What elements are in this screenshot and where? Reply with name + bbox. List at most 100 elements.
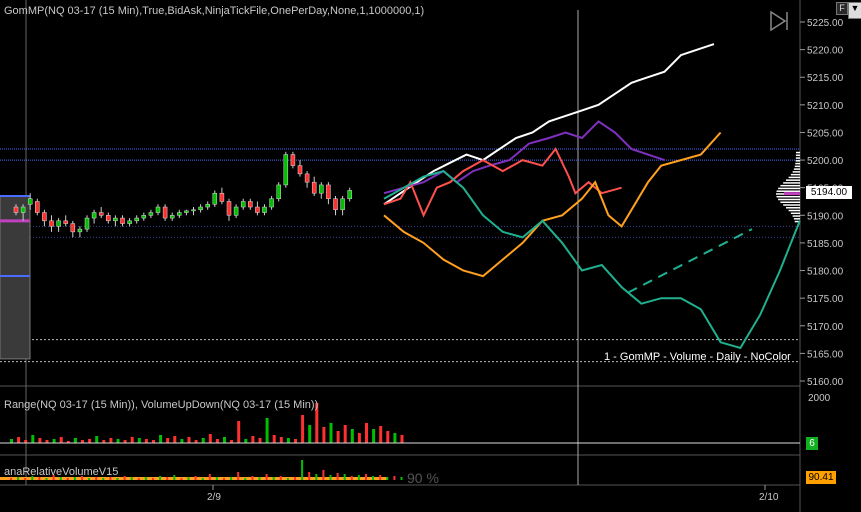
relvol-bar	[152, 478, 154, 480]
volume-profile-bar	[793, 218, 800, 220]
candle-body	[290, 154, 296, 166]
range-bar	[265, 418, 269, 443]
range-bar	[116, 439, 120, 443]
candle-body	[127, 220, 132, 224]
candle-body	[283, 154, 289, 186]
range-bar	[251, 436, 255, 443]
range-bar	[187, 437, 191, 443]
x-tick-label: 2/9	[207, 492, 221, 503]
candle-body	[198, 206, 203, 211]
candle-body	[311, 181, 317, 194]
range-bar	[223, 437, 226, 443]
volume-profile-bar	[790, 173, 800, 176]
y-tick-label: 5190.00	[807, 211, 844, 222]
relvol-bar	[343, 474, 346, 480]
range-bar	[201, 438, 205, 443]
range-bar	[17, 437, 21, 443]
candle-body	[326, 184, 331, 199]
relvol-bar	[180, 478, 183, 480]
y-tick-label: 5210.00	[807, 101, 844, 112]
candle-body	[276, 184, 281, 199]
candle-body	[98, 212, 104, 216]
relvol-value-box: 90.41	[806, 471, 836, 484]
candle-body	[141, 215, 147, 219]
volume-profile-bar	[786, 207, 800, 209]
range-bar	[38, 438, 42, 443]
range-bar	[173, 436, 177, 443]
relvol-bar	[88, 478, 91, 480]
range-bar	[10, 439, 13, 443]
candle-body	[304, 173, 310, 183]
candle-body	[70, 223, 76, 233]
candle-body	[269, 198, 274, 208]
candle-body	[27, 198, 33, 205]
relvol-watermark: 90 %	[407, 470, 439, 486]
y-tick-label: 5180.00	[807, 267, 844, 278]
volume-profile-bar	[778, 198, 800, 201]
play-bar-icon[interactable]	[768, 10, 790, 32]
relvol-bar	[237, 472, 240, 480]
relvol-bar	[372, 476, 375, 480]
range-bar	[372, 429, 376, 443]
candle-body	[233, 206, 239, 216]
relvol-bar	[130, 477, 133, 480]
volume-profile-bar	[795, 162, 800, 165]
candle-body	[255, 206, 260, 213]
candle-body	[319, 184, 324, 194]
price-chart[interactable]: 5225.00 5220.00 5215.00 5210.00 5205.00 5200.…	[0, 0, 861, 512]
volume-profile-bar	[795, 157, 800, 159]
relvol-bar	[301, 460, 304, 480]
projection-line-white	[383, 43, 715, 206]
candle-body	[191, 209, 196, 212]
range-bar	[144, 439, 148, 443]
relvol-bar	[223, 478, 225, 480]
panel-title: GomMP(NQ 03-17 (15 Min),True,BidAsk,Ninj…	[4, 5, 425, 17]
candle-body	[162, 206, 168, 219]
range-bar	[31, 435, 35, 443]
relvol-bar	[166, 477, 169, 480]
current-price-box: 5194.00	[806, 186, 852, 199]
x-tick-label: 2/10	[759, 492, 779, 503]
y-tick-label: 5175.00	[807, 294, 844, 305]
range-bar	[294, 439, 297, 443]
relvol-bar	[265, 474, 268, 480]
range-value-box: 6	[806, 437, 818, 450]
menu-dropdown-button[interactable]: ▼	[848, 2, 861, 19]
range-bar	[237, 421, 241, 443]
y-tick-label: 5170.00	[807, 322, 844, 333]
range-bar	[350, 429, 354, 443]
candle-body	[205, 204, 210, 208]
volume-profile-bar	[790, 212, 800, 215]
projection-line-red	[383, 147, 622, 218]
range-axis-label: 2000	[808, 393, 831, 404]
f-button[interactable]: F	[836, 2, 848, 15]
range-bar	[393, 433, 397, 443]
volume-profile-bar	[793, 168, 800, 170]
projection-dashed-line	[627, 228, 753, 294]
candle-body	[113, 217, 118, 222]
range-bar	[322, 427, 326, 443]
y-tick-label: 5160.00	[807, 377, 844, 388]
relvol-bar	[244, 478, 247, 480]
candle-body	[56, 220, 61, 227]
candle-body	[134, 217, 139, 222]
relvol-bar	[10, 478, 12, 480]
candle-body	[333, 198, 338, 211]
volume-profile-bar	[786, 179, 800, 181]
candle-body	[240, 201, 246, 208]
candle-body	[63, 220, 68, 224]
volume-profile-bar	[776, 190, 800, 192]
range-bar	[88, 439, 92, 443]
candle-body	[297, 165, 303, 175]
range-bar	[365, 423, 368, 443]
relvol-bar	[258, 477, 261, 480]
range-bar	[343, 425, 347, 443]
relvol-bar	[137, 478, 140, 480]
relvol-bar	[66, 478, 69, 480]
relvol-bar	[187, 477, 190, 480]
range-bar	[109, 438, 113, 443]
candle-body	[13, 206, 19, 213]
relvol-bar	[116, 478, 119, 480]
relvol-bar	[350, 476, 353, 480]
range-bar	[279, 437, 283, 443]
